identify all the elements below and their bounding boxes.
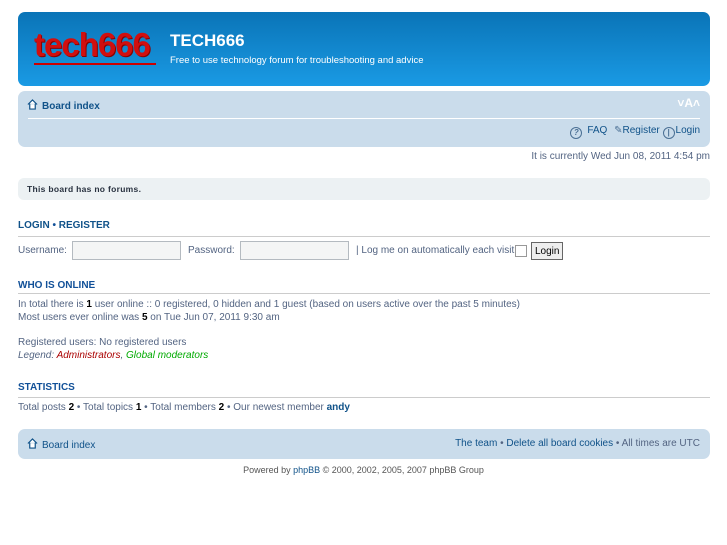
statistics-text: Total posts 2 • Total topics 1 • Total m… <box>18 402 350 413</box>
password-label: Password: <box>188 245 235 256</box>
divider <box>18 236 710 237</box>
who-is-online-heading: WHO IS ONLINE <box>18 280 96 291</box>
username-input[interactable] <box>72 241 181 260</box>
current-time: It is currently Wed Jun 08, 2011 4:54 pm <box>531 151 710 162</box>
phpbb-link[interactable]: phpBB <box>293 465 320 475</box>
board-index-link[interactable]: Board index <box>27 99 100 112</box>
footer-board-index-link[interactable]: Board index <box>27 438 95 451</box>
global-moderators-link[interactable]: Global moderators <box>126 350 208 361</box>
online-total: In total there is 1 user online :: 0 reg… <box>18 299 520 310</box>
logo-underline <box>34 63 156 65</box>
newest-member-link[interactable]: andy <box>327 402 350 413</box>
footer-navbar: Board index The team • Delete all board … <box>18 429 710 459</box>
username-label: Username: <box>18 245 67 256</box>
divider <box>18 293 710 294</box>
registered-users: Registered users: No registered users <box>18 337 187 348</box>
power-icon: | <box>662 127 675 139</box>
footer-links: The team • Delete all board cookies • Al… <box>455 438 700 449</box>
site-description: Free to use technology forum for trouble… <box>170 55 424 66</box>
legend: Legend: Administrators, Global moderator… <box>18 350 209 361</box>
register-label: Register <box>622 125 660 136</box>
login-button[interactable]: Login <box>531 242 564 260</box>
faq-label: FAQ <box>587 125 608 136</box>
home-icon <box>27 99 38 110</box>
heading-separator: • <box>52 220 56 231</box>
site-header: tech666 TECH666 Free to use technology f… <box>18 12 710 86</box>
login-heading: LOGIN • REGISTER <box>18 220 110 231</box>
home-icon <box>27 438 38 449</box>
delete-cookies-link[interactable]: Delete all board cookies <box>506 438 613 449</box>
faq-icon: ? <box>570 127 583 139</box>
site-logo[interactable]: tech666 <box>34 26 151 64</box>
footer-board-index-label: Board index <box>42 440 96 451</box>
faq-link[interactable]: ? FAQ <box>570 125 608 139</box>
register-heading-link[interactable]: REGISTER <box>59 220 110 231</box>
remember-checkbox[interactable] <box>515 245 527 257</box>
no-forums-notice: This board has no forums. <box>18 178 710 200</box>
register-link[interactable]: ✎Register <box>610 125 660 136</box>
divider <box>18 397 710 398</box>
login-label: Login <box>675 125 700 136</box>
administrators-link[interactable]: Administrators <box>57 350 121 361</box>
password-input[interactable] <box>240 241 349 260</box>
team-link[interactable]: The team <box>455 438 497 449</box>
statistics-heading: STATISTICS <box>18 382 75 393</box>
quick-links: ? FAQ ✎Register | Login <box>570 125 700 139</box>
login-link[interactable]: | Login <box>662 125 700 139</box>
font-size-toggle[interactable]: ˅A˄ <box>677 96 700 110</box>
register-icon: ✎ <box>614 125 623 136</box>
login-heading-link[interactable]: LOGIN <box>18 220 50 231</box>
powered-by: Powered by phpBB © 2000, 2002, 2005, 200… <box>243 465 484 475</box>
board-index-label: Board index <box>42 101 100 112</box>
site-title: TECH666 <box>170 31 245 50</box>
navbar: Board index ˅A˄ ? FAQ ✎Register | Login <box>18 91 710 147</box>
remember-label: | Log me on automatically each visit <box>356 245 515 256</box>
navbar-divider <box>28 118 700 119</box>
timezone-note: All times are UTC <box>621 438 700 449</box>
online-record: Most users ever online was 5 on Tue Jun … <box>18 312 280 323</box>
